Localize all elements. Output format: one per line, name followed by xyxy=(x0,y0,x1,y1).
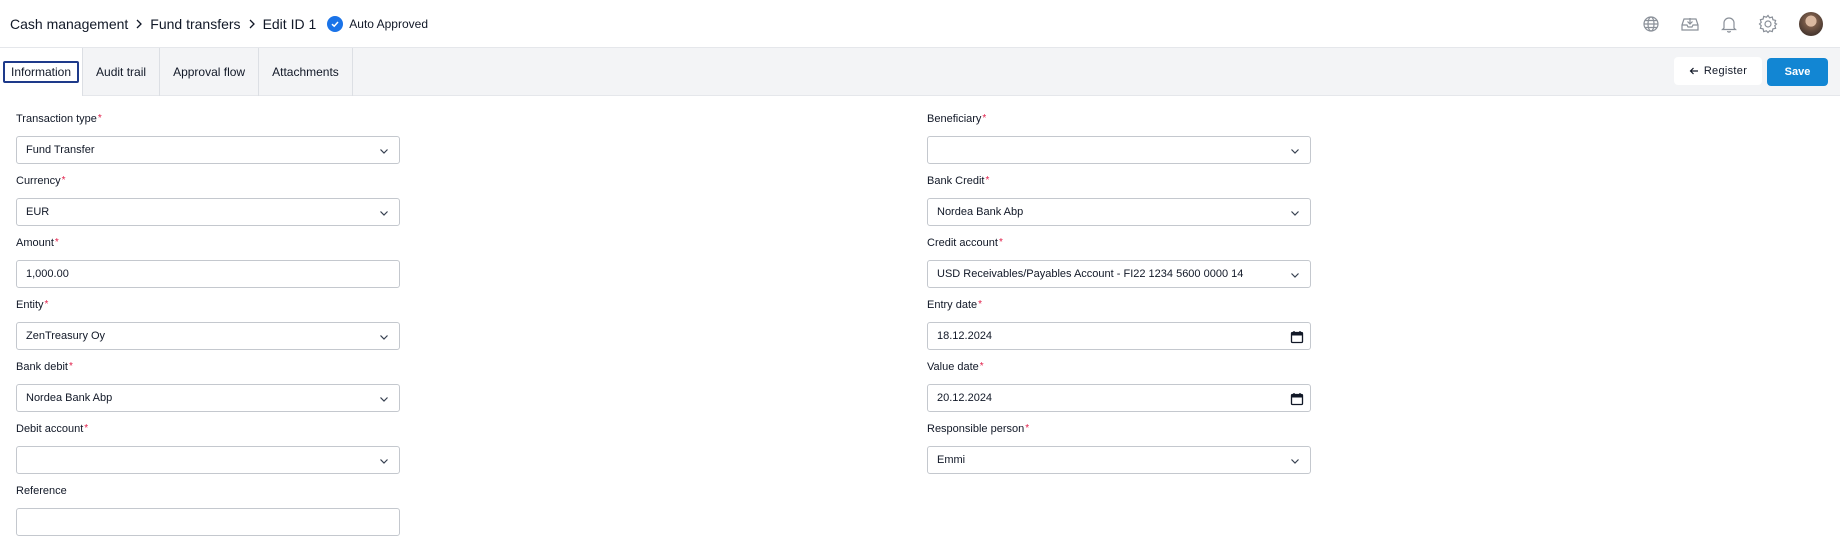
status-text: Auto Approved xyxy=(349,16,428,31)
chevron-down-icon xyxy=(1291,273,1299,278)
tab-audit-trail[interactable]: Audit trail xyxy=(83,48,161,96)
value-date-field: Value date* 20.12.2024 xyxy=(927,360,1311,412)
amount-field: Amount* xyxy=(16,236,400,288)
chevron-down-icon xyxy=(1291,211,1299,216)
breadcrumb-fund-transfers[interactable]: Fund transfers xyxy=(150,16,240,32)
register-button[interactable]: Register xyxy=(1674,57,1762,85)
debit-account-field: Debit account* xyxy=(16,422,400,474)
value-date-input[interactable]: 20.12.2024 xyxy=(927,384,1311,412)
avatar[interactable] xyxy=(1799,11,1823,36)
beneficiary-field: Beneficiary* xyxy=(927,112,1311,164)
top-bar: Cash management Fund transfers Edit ID 1… xyxy=(0,0,1840,47)
chevron-down-icon xyxy=(1291,149,1299,154)
save-button[interactable]: Save xyxy=(1767,58,1828,86)
chevron-down-icon xyxy=(380,211,388,216)
credit-account-select[interactable]: USD Receivables/Payables Account - FI22 … xyxy=(927,260,1311,288)
chevron-right-icon xyxy=(131,16,147,32)
entry-date-field: Entry date* 18.12.2024 xyxy=(927,298,1311,350)
calendar-icon[interactable] xyxy=(1290,330,1304,344)
entity-field: Entity* ZenTreasury Oy xyxy=(16,298,400,350)
chevron-down-icon xyxy=(380,459,388,464)
responsible-person-field: Responsible person* Emmi xyxy=(927,422,1311,474)
arrow-left-icon xyxy=(1689,67,1698,75)
transaction-type-field: Transaction type* Fund Transfer xyxy=(16,112,400,164)
bell-icon[interactable] xyxy=(1718,13,1740,35)
entity-select[interactable]: ZenTreasury Oy xyxy=(16,322,400,350)
header-actions xyxy=(1640,0,1840,47)
gear-icon[interactable] xyxy=(1757,13,1779,35)
reference-input[interactable] xyxy=(16,508,400,536)
reference-field: Reference xyxy=(16,484,400,536)
chevron-down-icon xyxy=(380,397,388,402)
tab-attachments[interactable]: Attachments xyxy=(259,48,353,96)
currency-select[interactable]: EUR xyxy=(16,198,400,226)
currency-field: Currency* EUR xyxy=(16,174,400,226)
bank-debit-select[interactable]: Nordea Bank Abp xyxy=(16,384,400,412)
bank-credit-field: Bank Credit* Nordea Bank Abp xyxy=(927,174,1311,226)
check-circle-icon xyxy=(327,15,344,32)
tab-information[interactable]: Information xyxy=(0,48,84,96)
chevron-down-icon xyxy=(1291,459,1299,464)
bank-credit-select[interactable]: Nordea Bank Abp xyxy=(927,198,1311,226)
entry-date-input[interactable]: 18.12.2024 xyxy=(927,322,1311,350)
chevron-right-icon xyxy=(244,16,260,32)
amount-input[interactable] xyxy=(16,260,400,288)
debit-account-select[interactable] xyxy=(16,446,400,474)
beneficiary-select[interactable] xyxy=(927,136,1311,164)
tab-bar: Information Audit trail Approval flow At… xyxy=(0,47,1840,96)
download-tray-icon[interactable] xyxy=(1679,13,1701,35)
breadcrumb-cash-management[interactable]: Cash management xyxy=(10,16,128,32)
globe-icon[interactable] xyxy=(1640,13,1662,35)
calendar-icon[interactable] xyxy=(1290,392,1304,406)
breadcrumb-current-page: Edit ID 1 xyxy=(262,15,317,32)
chevron-down-icon xyxy=(380,149,388,154)
responsible-person-select[interactable]: Emmi xyxy=(927,446,1311,474)
bank-debit-field: Bank debit* Nordea Bank Abp xyxy=(16,360,400,412)
tab-approval-flow[interactable]: Approval flow xyxy=(160,48,260,96)
chevron-down-icon xyxy=(380,335,388,340)
credit-account-field: Credit account* USD Receivables/Payables… xyxy=(927,236,1311,288)
transaction-type-select[interactable]: Fund Transfer xyxy=(16,136,400,164)
status-badge: Auto Approved xyxy=(327,15,428,32)
